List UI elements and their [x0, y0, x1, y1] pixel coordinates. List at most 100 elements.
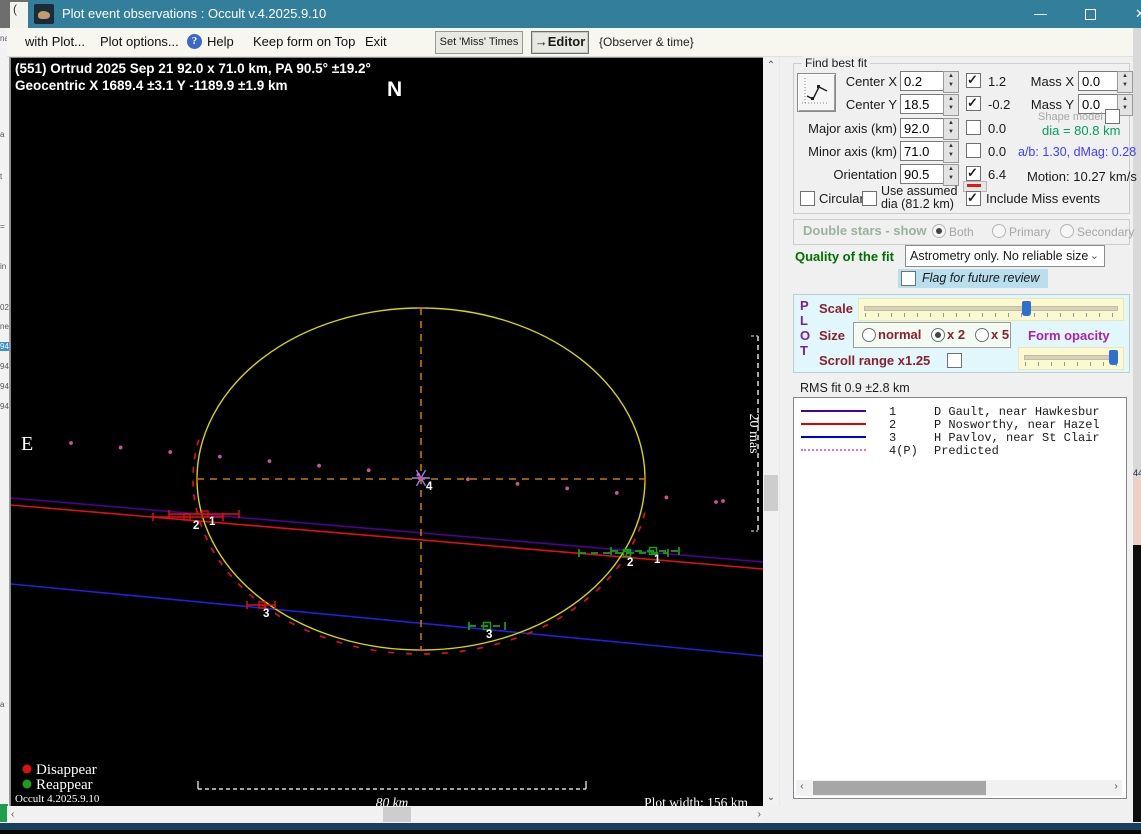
scale-slider-thumb[interactable] — [1022, 301, 1031, 316]
form-opacity-slider-thumb[interactable] — [1109, 350, 1118, 365]
minor-axis-checkbox[interactable] — [966, 143, 981, 158]
mass-x-label: Mass X — [1030, 74, 1074, 89]
plot-area[interactable]: 4 2 1 3 2 1 3 20 mas 80 km Plot width: 156 km (551… — [10, 57, 764, 810]
ellipse-uncertainty-tick — [493, 642, 501, 646]
ellipse-uncertainty-tick — [274, 612, 281, 618]
plot-letter-o: O — [800, 328, 811, 343]
form-opacity-label: Form opacity — [1028, 328, 1110, 343]
vertical-scroll-thumb[interactable] — [764, 475, 778, 511]
circular-checkbox[interactable] — [800, 191, 815, 206]
scroll-up-arrow[interactable]: ⌃ — [763, 60, 779, 71]
minor-axis-input[interactable] — [900, 141, 945, 161]
chevron-down-icon: ⌄ — [1089, 250, 1099, 262]
major-axis-label: Major axis (km) — [808, 121, 897, 136]
observer-list-scrollbar[interactable]: ‹ › — [796, 780, 1122, 796]
menu-help[interactable]: Help — [207, 34, 234, 49]
maximize-button[interactable] — [1068, 0, 1113, 28]
minor-axis-check-value: 0.0 — [988, 144, 1007, 159]
center-x-input[interactable] — [900, 71, 945, 91]
observer-row[interactable]: 2 P Nosworthy, near Hazel — [794, 418, 1126, 432]
reappear-marker-label: 3 — [486, 629, 492, 641]
orientation-checkbox[interactable] — [966, 165, 981, 181]
center-label: 4 — [426, 481, 433, 493]
form-opacity-slider[interactable] — [1018, 347, 1124, 370]
ellipse-uncertainty-tick — [193, 453, 197, 460]
ellipse-uncertainty-tick — [218, 559, 224, 566]
menu-with-plot[interactable]: with Plot... — [25, 34, 85, 49]
predicted-path-dot — [565, 486, 570, 491]
minor-axis-spinner[interactable]: ▲ ▼ — [943, 141, 959, 163]
minimize-button[interactable]: — — [1018, 0, 1063, 28]
observer-time-label: {Observer & time} — [599, 35, 694, 49]
quality-dropdown[interactable]: Astrometry only. No reliable size ⌄ — [905, 245, 1105, 267]
observer-row[interactable]: 4(P) Predicted — [794, 444, 1126, 458]
double-both-radio[interactable] — [932, 224, 946, 238]
size-x2-radio[interactable] — [931, 328, 945, 342]
predicted-path-dot — [664, 495, 669, 500]
editor-button[interactable]: →Editor — [531, 31, 589, 54]
observer-row[interactable]: 1 D Gault, near Hawkesbur — [794, 405, 1126, 419]
help-icon[interactable]: ? — [187, 34, 202, 49]
mass-x-spinner[interactable]: ▲ ▼ — [1117, 71, 1133, 93]
orientation-spinner[interactable]: ▲ ▼ — [943, 164, 959, 186]
ellipse-uncertainty-tick — [370, 648, 377, 652]
list-scroll-right-arrow[interactable]: › — [1113, 782, 1119, 793]
scroll-range-checkbox[interactable] — [947, 353, 962, 368]
list-scroll-thumb[interactable] — [813, 781, 986, 795]
center-y-checkbox[interactable] — [966, 95, 981, 111]
panel-bottom-filler — [765, 806, 1133, 823]
center-y-spinner[interactable]: ▲ ▼ — [943, 94, 959, 116]
orientation-check-value: 6.4 — [988, 167, 1007, 182]
close-button[interactable]: ✕ — [1118, 0, 1141, 28]
horizontal-scroll-thumb[interactable] — [383, 807, 411, 822]
shape-model-checkbox[interactable] — [1105, 109, 1120, 124]
ellipse-uncertainty-tick — [227, 571, 233, 578]
observer-row[interactable]: 3 H Pavlov, near St Clair — [794, 431, 1126, 445]
scroll-down-arrow[interactable]: ⌄ — [763, 792, 779, 803]
predicted-path-dot — [217, 454, 222, 459]
plot-canvas[interactable]: 42 132 1320 mas80 km Plot width: 156 km(551… — [10, 58, 764, 810]
ellipse-uncertainty-tick — [542, 623, 549, 628]
title-bar[interactable]: Plot event observations : Occult v.4.202… — [28, 0, 1141, 28]
size-normal-radio[interactable] — [862, 328, 876, 342]
plot-horizontal-scrollbar[interactable]: ‹ › — [7, 806, 765, 823]
major-axis-spinner[interactable]: ▲ ▼ — [943, 118, 959, 140]
observer-list[interactable]: 1 D Gault, near Hawkesbur 2 P Nosworthy,… — [793, 397, 1127, 799]
use-assumed-label-2: dia (81.2 km) — [881, 197, 954, 211]
predicted-path-dot — [366, 468, 371, 473]
menu-keep-on-top[interactable]: Keep form on Top — [253, 34, 355, 49]
disappear-marker-label: 2 — [193, 520, 199, 532]
list-scroll-left-arrow[interactable]: ‹ — [799, 782, 805, 793]
ellipse-uncertainty-tick — [556, 615, 563, 621]
chord-line-sample-2 — [801, 423, 866, 425]
include-miss-checkbox[interactable] — [966, 190, 981, 206]
reappear-marker-dot — [485, 624, 489, 628]
find-best-fit-button[interactable] — [797, 73, 836, 112]
center-x-spinner[interactable]: ▲ ▼ — [943, 71, 959, 93]
size-x5-radio[interactable] — [975, 328, 989, 342]
major-axis-checkbox[interactable] — [966, 120, 981, 135]
set-miss-times-button[interactable]: Set 'Miss' Times — [435, 31, 523, 54]
center-x-checkbox[interactable] — [966, 72, 981, 88]
double-secondary-radio[interactable] — [1060, 224, 1074, 238]
size-normal-label: normal — [878, 327, 922, 342]
menu-plot-options[interactable]: Plot options... — [100, 34, 179, 49]
mass-x-input[interactable] — [1078, 71, 1121, 91]
orientation-input[interactable] — [900, 164, 945, 184]
ellipse-uncertainty-tick — [196, 439, 200, 446]
size-x2-label: x 2 — [947, 327, 966, 342]
use-assumed-checkbox[interactable] — [862, 191, 877, 206]
plot-vertical-scrollbar[interactable]: ⌃ ⌄ — [763, 57, 779, 806]
plot-version-label: Occult 4.2025.9.10 — [15, 793, 100, 805]
double-primary-radio[interactable] — [992, 224, 1006, 238]
size-x5-label: x 5 — [991, 327, 1010, 342]
major-axis-input[interactable] — [900, 118, 945, 138]
menu-exit[interactable]: Exit — [365, 34, 387, 49]
center-y-input[interactable] — [900, 94, 945, 114]
ellipse-uncertainty-tick — [637, 525, 642, 532]
scroll-right-arrow[interactable]: › — [758, 809, 761, 820]
scale-slider[interactable] — [858, 298, 1124, 321]
flag-review-checkbox[interactable] — [901, 271, 916, 286]
circular-label: Circular — [819, 191, 864, 206]
scroll-left-arrow[interactable]: ‹ — [11, 809, 14, 820]
